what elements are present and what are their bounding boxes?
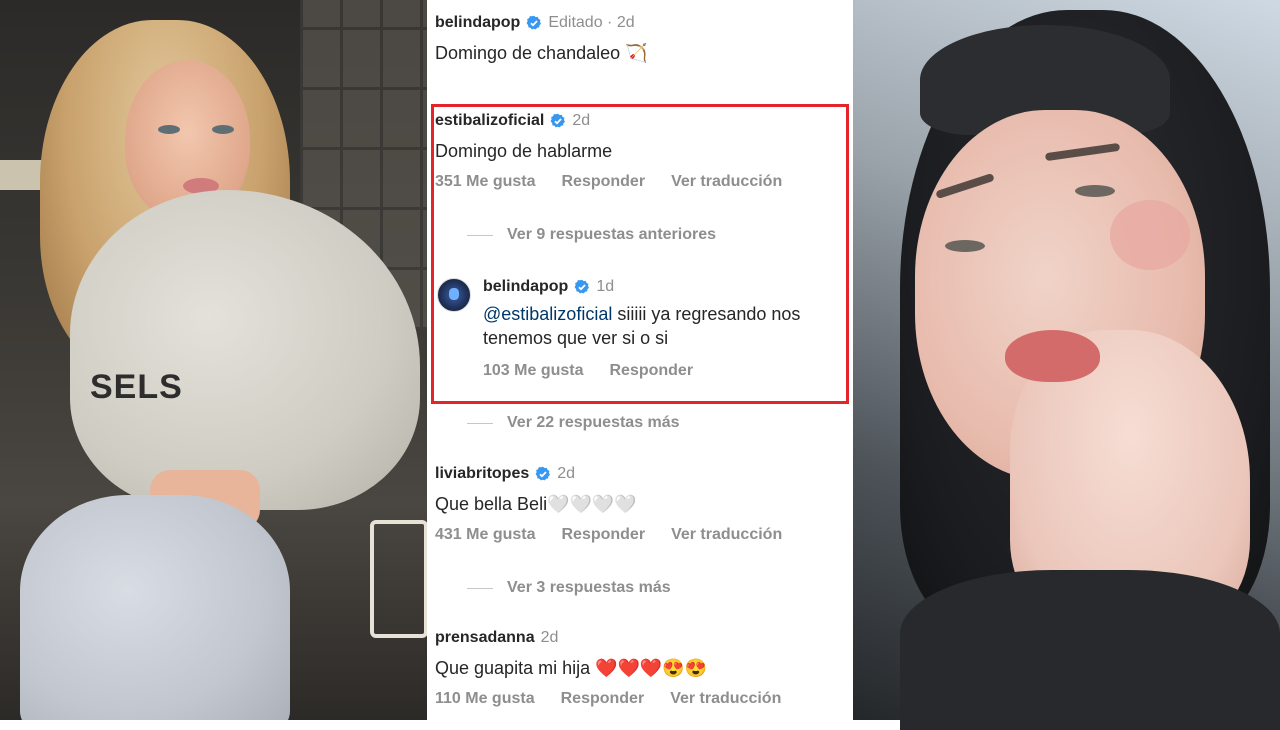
like-count[interactable]: 110 Me gusta <box>435 690 535 708</box>
translate-button[interactable]: Ver traducción <box>671 173 782 191</box>
comment-username[interactable]: liviabritopes <box>435 465 529 483</box>
comment-username[interactable]: estibalizoficial <box>435 112 544 130</box>
replies-toggle-label: Ver 22 respuestas más <box>507 414 680 431</box>
comment-text: Domingo de hablarme <box>435 141 613 161</box>
reply-button[interactable]: Responder <box>561 526 645 544</box>
view-more-replies[interactable]: Ver 22 respuestas más <box>467 414 680 432</box>
post-caption: belindapop Editado · 2d Domingo de chand… <box>435 14 845 65</box>
comment-text: Que guapita mi hija ❤️❤️❤️😍😍 <box>435 656 845 680</box>
sweatpants <box>20 495 290 720</box>
comment-time: 2d <box>540 629 559 646</box>
sweatshirt-print: SELS <box>90 368 183 406</box>
lips <box>1005 330 1100 382</box>
post-text: Domingo de chandaleo 🏹 <box>435 43 648 63</box>
eye <box>945 240 985 252</box>
left-photo: SELS <box>0 0 427 720</box>
comment: prensadanna 2d Que guapita mi hija ❤️❤️❤… <box>435 629 845 708</box>
verified-badge-icon <box>526 15 542 30</box>
divider <box>467 422 493 424</box>
comment-text: Que bella Beli🤍🤍🤍🤍 <box>435 492 845 516</box>
verified-badge-icon <box>535 466 551 481</box>
comment-time: 2d <box>557 465 576 482</box>
like-count[interactable]: 103 Me gusta <box>483 362 583 380</box>
like-count[interactable]: 431 Me gusta <box>435 526 535 544</box>
view-more-replies[interactable]: Ver 3 respuestas más <box>467 579 671 597</box>
sleeve <box>900 570 1280 730</box>
hearts-emoji: ❤️❤️❤️😍😍 <box>595 658 708 678</box>
verified-badge-icon <box>550 113 566 128</box>
comment: liviabritopes 2d Que bella Beli🤍🤍🤍🤍 431 … <box>435 465 845 544</box>
eye <box>158 125 180 134</box>
verified-badge-icon <box>574 279 590 294</box>
chair <box>370 520 427 638</box>
post-meta: Editado · 2d <box>548 14 635 31</box>
comment-body: Que bella Beli <box>435 494 548 514</box>
comment-time: 2d <box>572 112 591 129</box>
like-count[interactable]: 351 Me gusta <box>435 173 535 191</box>
post-author[interactable]: belindapop <box>435 14 520 32</box>
comment: estibalizoficial 2d Domingo de hablarme … <box>435 112 845 191</box>
comment-username[interactable]: belindapop <box>483 278 568 296</box>
divider <box>467 587 493 589</box>
reply-comment: belindapop 1d @estibalizoficial siiiii y… <box>483 278 848 380</box>
white-hearts-emoji: 🤍🤍🤍🤍 <box>547 494 637 514</box>
comment-time: 1d <box>596 278 615 295</box>
view-previous-replies[interactable]: Ver 9 respuestas anteriores <box>467 226 716 244</box>
eye <box>212 125 234 134</box>
reply-button[interactable]: Responder <box>561 690 645 708</box>
reply-button[interactable]: Responder <box>609 362 693 380</box>
translate-button[interactable]: Ver traducción <box>671 526 782 544</box>
comment-text: @estibalizoficial siiiii ya regresando n… <box>483 302 848 350</box>
replies-toggle-label: Ver 3 respuestas más <box>507 579 671 596</box>
replies-toggle-label: Ver 9 respuestas anteriores <box>507 226 717 243</box>
comment-body: Que guapita mi hija <box>435 658 591 678</box>
reply-button[interactable]: Responder <box>561 173 645 191</box>
translate-button[interactable]: Ver traducción <box>670 690 781 708</box>
comments-panel: belindapop Editado · 2d Domingo de chand… <box>427 0 853 720</box>
divider <box>467 234 493 236</box>
avatar[interactable] <box>437 278 471 312</box>
cheek-blush <box>1110 200 1190 270</box>
eye <box>1075 185 1115 197</box>
comment-username[interactable]: prensadanna <box>435 629 535 647</box>
mention-link[interactable]: @estibalizoficial <box>483 304 612 324</box>
